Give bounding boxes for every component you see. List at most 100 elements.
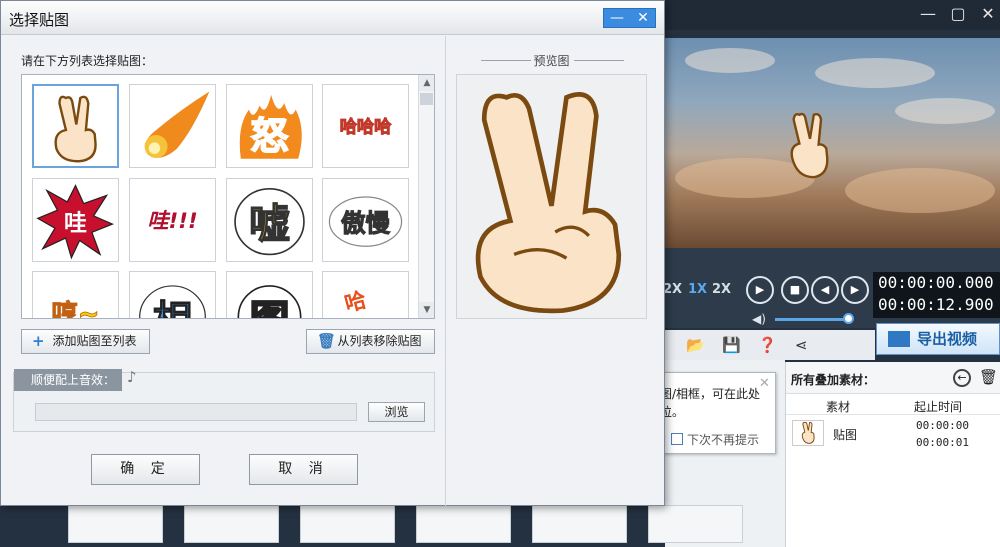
dont-show-again-checkbox[interactable] <box>671 433 683 445</box>
tu-text: 图 <box>250 298 289 320</box>
volume-knob[interactable] <box>843 313 854 324</box>
save-icon[interactable]: 💾 <box>722 336 741 354</box>
add-sticker-button[interactable]: + 添加贴图至列表 <box>21 329 150 354</box>
minimize-icon[interactable]: — <box>916 3 940 25</box>
sound-effect-label: 顺便配上音效： <box>14 369 122 391</box>
sticker-haha[interactable]: 哈哈哈 <box>322 84 409 168</box>
timecode-current: 00:00:00.000 <box>878 273 994 292</box>
aoman-icon: 傲慢 <box>328 196 403 247</box>
dialog-titlebar: 选择贴图 — ✕ <box>1 1 664 35</box>
sticker-list: 怒 哈哈哈 哇 哇!!! 嘘 傲慢 哼~ 哈 ▲ ▼ <box>21 74 435 319</box>
sticker-fireball[interactable] <box>129 84 216 168</box>
peace-hand-icon <box>801 421 815 444</box>
scroll-up-icon[interactable]: ▲ <box>419 75 434 91</box>
sound-path-field[interactable] <box>35 403 357 421</box>
stop-icon[interactable]: ■ <box>781 276 809 304</box>
timeline-clip[interactable] <box>68 505 163 543</box>
xu-text: 嘘 <box>249 200 290 248</box>
speed-2x-fast[interactable]: 2X <box>712 282 731 297</box>
anger-text: 怒 <box>251 114 289 158</box>
dialog-minimize-icon[interactable]: — <box>604 9 630 27</box>
list-scrollbar[interactable]: ▲ ▼ <box>418 75 434 318</box>
heng-text: 哼~ <box>51 299 99 319</box>
video-preview <box>665 38 1000 248</box>
sticker-anger[interactable]: 怒 <box>226 84 313 168</box>
wa-exclaim-icon: 哇!!! <box>147 209 197 234</box>
sticker-peace-hand[interactable] <box>32 84 119 168</box>
timecode-total: 00:00:12.900 <box>878 295 994 314</box>
select-sticker-dialog: 选择贴图 — ✕ 请在下方列表选择贴图： 怒 哈哈哈 哇 哇!!! 嘘 傲慢 哼… <box>0 0 665 506</box>
timeline-clip[interactable] <box>184 505 279 543</box>
prev-frame-icon[interactable]: ◀ <box>811 276 839 304</box>
sticker-wa-exclaim[interactable]: 哇!!! <box>129 178 216 262</box>
haha-text: 哈哈哈 <box>340 117 392 138</box>
aoman-text: 傲慢 <box>341 208 391 237</box>
dialog-close-icon[interactable]: ✕ <box>630 9 656 27</box>
browse-button[interactable]: 浏览 <box>368 402 425 422</box>
tu-icon: 图 <box>237 285 302 320</box>
timeline-clip[interactable] <box>532 505 627 543</box>
export-icon <box>888 331 910 347</box>
scroll-down-icon[interactable]: ▼ <box>419 302 434 318</box>
help-icon[interactable]: ❓ <box>758 336 777 354</box>
sticker-xiang[interactable]: 相 <box>129 271 216 320</box>
sticker-ha-small[interactable]: 哈 <box>322 271 409 318</box>
next-frame-icon[interactable]: ▶ <box>841 276 869 304</box>
volume-slider[interactable] <box>775 318 850 321</box>
play-icon[interactable]: ▶ <box>746 276 774 304</box>
xiang-icon: 相 <box>139 285 206 320</box>
timeline-clip[interactable] <box>648 505 743 543</box>
xu-icon: 嘘 <box>234 188 305 256</box>
ha-small-text: 哈 <box>342 287 370 318</box>
share-icon[interactable]: ⋖ <box>795 336 808 354</box>
trash-icon: 🗑 <box>317 332 337 350</box>
sticker-xu[interactable]: 嘘 <box>226 178 313 262</box>
material-name: 贴图 <box>833 428 858 442</box>
materials-title: 所有叠加素材： <box>791 373 876 387</box>
wa-exclaim-text: 哇!!! <box>147 209 197 234</box>
fireball-icon <box>144 91 210 158</box>
preview-title: 预览图 <box>533 54 570 68</box>
sticker-tu[interactable]: 图 <box>226 271 313 320</box>
speed-2x-slow[interactable]: 2X <box>663 282 682 297</box>
plus-icon: + <box>32 332 45 350</box>
add-sticker-label: 添加贴图至列表 <box>52 334 137 348</box>
volume-icon[interactable]: ◀) <box>752 312 766 326</box>
xiang-text: 相 <box>153 298 192 320</box>
sticker-heng[interactable]: 哼~ <box>32 271 119 319</box>
col-material: 素材 <box>826 400 851 414</box>
dialog-title: 选择贴图 <box>9 11 70 29</box>
material-end: 00:00:01 <box>916 436 969 449</box>
title-buttons: — ✕ <box>603 8 656 28</box>
haha-icon: 哈哈哈 <box>339 116 392 138</box>
peace-sticker-overlay[interactable] <box>785 110 833 182</box>
close-icon[interactable]: ✕ <box>976 3 1000 25</box>
anger-flame-icon: 怒 <box>239 94 302 159</box>
sticker-aoman[interactable]: 傲慢 <box>322 178 409 262</box>
speed-1x[interactable]: 1X <box>688 282 707 297</box>
peace-hand-preview-icon <box>475 92 622 314</box>
export-label: 导出视频 <box>917 330 978 348</box>
trash-icon[interactable]: 🗑 <box>979 368 998 386</box>
remove-sticker-button[interactable]: 🗑 从列表移除贴图 <box>306 329 435 354</box>
materials-panel: 所有叠加素材： ← 🗑 素材 起止时间 贴图 00:00:00 00:00:01 <box>785 362 1000 547</box>
sound-effect-section: 顺便配上音效： ♪ 浏览 <box>13 368 435 432</box>
timeline-clip[interactable] <box>416 505 511 543</box>
wa-text: 哇 <box>64 211 87 237</box>
heng-icon: 哼~ <box>51 298 100 319</box>
sticker-preview <box>456 74 647 319</box>
cancel-button[interactable]: 取 消 <box>249 454 358 485</box>
timeline-clip[interactable] <box>300 505 395 543</box>
maximize-icon[interactable]: ▢ <box>946 3 970 25</box>
ok-button[interactable]: 确 定 <box>91 454 200 485</box>
locate-back-icon[interactable]: ← <box>953 369 971 387</box>
sticker-wa-burst[interactable]: 哇 <box>32 178 119 262</box>
peace-hand-icon <box>54 95 97 163</box>
scroll-thumb[interactable] <box>420 93 433 105</box>
material-row[interactable]: 贴图 00:00:00 00:00:01 <box>786 416 1000 454</box>
materials-columns: 素材 起止时间 <box>786 395 1000 415</box>
list-label: 请在下方列表选择贴图： <box>21 54 154 68</box>
folder-icon[interactable]: 📂 <box>686 336 705 354</box>
timecode-display: 00:00:00.000 00:00:12.900 <box>873 272 1000 318</box>
dont-show-again-label[interactable]: 下次不再提示 <box>687 431 759 448</box>
